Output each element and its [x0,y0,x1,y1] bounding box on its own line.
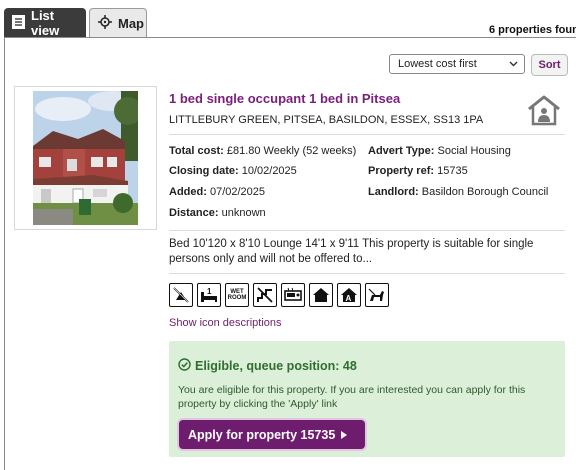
apply-button-label: Apply for property 15735 [188,427,336,442]
tab-list-view[interactable]: List view [4,8,86,38]
eligibility-title: Eligible, queue position: 48 [178,358,357,374]
landlord: Landlord: Basildon Borough Council [368,186,548,198]
one-bedroom-icon[interactable]: 1 [197,283,221,307]
tab-map[interactable]: Map [89,8,147,38]
accessible-house-icon[interactable]: A [337,283,361,307]
divider [169,273,565,274]
divider [169,134,565,135]
dog-icon[interactable] [365,283,389,307]
eligibility-text: You are eligible for this property. If y… [178,384,526,410]
sort-select[interactable]: Lowest cost first [389,54,525,74]
landlord-value: Basildon Borough Council [421,186,549,198]
view-tabs: List view Map [4,8,147,38]
total-cost-label: Total cost: [169,145,224,157]
one-bedroom-text: 1 [207,287,212,296]
chevron-down-icon [509,58,518,70]
landlord-label: Landlord: [368,186,419,198]
list-icon [12,14,25,32]
gas-heating-icon[interactable] [281,283,305,307]
no-pets-icon[interactable] [169,283,193,307]
check-circle-icon [178,358,191,374]
closing-date: Closing date: 10/02/2025 [169,165,297,177]
advert-type-value: Social Housing [437,145,511,157]
eligibility-panel: Eligible, queue position: 48 You are eli… [169,341,565,457]
property-ref: Property ref: 15735 [368,165,468,177]
closing-date-label: Closing date: [169,165,239,177]
closing-date-value: 10/02/2025 [241,165,297,177]
wet-room-icon[interactable]: WET ROOM [225,283,249,307]
added-date: Added: 07/02/2025 [169,186,265,198]
house-type-icon[interactable] [309,283,333,307]
sort-select-value: Lowest cost first [398,58,477,70]
total-cost-value: £81.80 Weekly (52 weeks) [226,145,357,157]
property-ref-value: 15735 [437,165,468,177]
tab-list-view-label: List view [31,8,60,38]
wet-room-text: WET ROOM [227,289,247,301]
added-label: Added: [169,186,207,198]
tab-map-label: Map [118,16,144,31]
property-description: Bed 10'120 x 8'10 Lounge 14'1 x 9'11 Thi… [169,238,534,265]
added-value: 07/02/2025 [209,186,266,198]
show-icon-descriptions-link[interactable]: Show icon descriptions [169,317,282,329]
property-photo[interactable] [14,86,157,230]
social-housing-icon [526,94,562,129]
sort-controls: Lowest cost first Sort [389,54,568,76]
sort-button[interactable]: Sort [531,54,568,76]
property-title[interactable]: 1 bed single occupant 1 bed in Pitsea [169,91,400,106]
caret-right-icon [341,428,348,442]
distance-value: unknown [221,207,266,219]
results-count: 6 properties foun [489,24,576,36]
accessible-house-text: A [346,294,352,303]
property-address: LITTLEBURY GREEN, PITSEA, BASILDON, ESSE… [169,114,484,126]
distance: Distance: unknown [169,207,266,219]
eligibility-title-text: Eligible, queue position: 48 [195,359,357,373]
divider [169,230,565,231]
crosshair-icon [98,15,112,32]
distance-label: Distance: [169,207,219,219]
feature-icons: 1 WET ROOM A [169,283,389,307]
apply-button[interactable]: Apply for property 15735 [179,420,365,449]
no-stairs-icon[interactable] [253,283,277,307]
total-cost: Total cost: £81.80 Weekly (52 weeks) [169,145,356,157]
advert-type-label: Advert Type: [368,145,435,157]
advert-type: Advert Type: Social Housing [368,145,511,157]
property-ref-label: Property ref: [368,165,435,177]
